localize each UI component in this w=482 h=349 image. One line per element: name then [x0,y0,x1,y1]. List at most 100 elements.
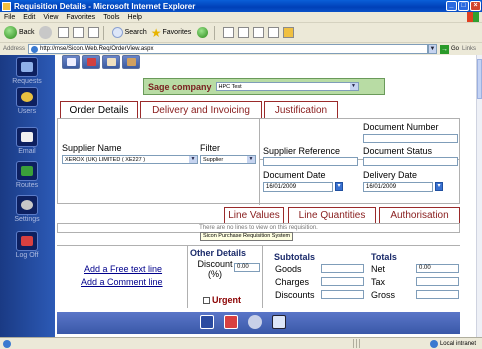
document-number-field[interactable] [363,134,458,143]
toolbar-separator [214,25,216,40]
gross-field [416,290,459,299]
discount-label: Discount (%) [197,259,233,279]
browser-toolbar: Back Search ★ Favorites [0,23,482,43]
tab-order-details[interactable]: Order Details [60,101,138,118]
vertical-scrollbar[interactable] [476,55,482,337]
status-separator [356,339,357,348]
calendar-icon[interactable]: ▾ [435,182,443,191]
status-separator [353,339,354,348]
settings-icon [16,195,38,215]
links-button[interactable]: Links [462,46,482,52]
document-date-field[interactable]: 16/01/2009 [263,182,333,192]
menu-tools[interactable]: Tools [99,14,123,21]
supplier-reference-field[interactable] [263,157,358,166]
minimize-button[interactable]: _ [446,1,457,11]
intranet-icon [429,339,438,348]
tooltip: Sicon Purchase Requisition System [200,232,294,241]
sidebar-item-requests[interactable]: Requests [6,57,48,85]
approvers-icon[interactable] [248,315,262,329]
gross-label: Gross [371,290,396,300]
chevron-down-icon: ▼ [247,156,255,163]
sidebar-item-email[interactable]: Email [6,127,48,155]
window-title: Requisition Details - Microsoft Internet… [14,1,196,11]
goods-label: Goods [275,264,302,274]
new-requisition-button[interactable] [62,55,80,69]
print-requisition-button[interactable] [102,55,120,69]
email-icon [16,127,38,147]
messenger-icon[interactable] [283,27,295,38]
menu-view[interactable]: View [39,14,62,21]
document-icon[interactable] [272,315,286,329]
address-label: Address [3,46,26,52]
archive-button[interactable] [122,55,140,69]
document-date-label: Document Date [263,170,326,180]
net-value: 0.00 [419,265,431,271]
delivery-date-field[interactable]: 16/01/2009 [363,182,433,192]
tab-line-values[interactable]: Line Values [224,207,284,223]
stop-icon[interactable] [57,27,69,38]
favorites-button[interactable]: ★ Favorites [151,26,192,40]
company-selector-panel: Sage company HPC Test ▼ [143,78,385,95]
tab-delivery-invoicing[interactable]: Delivery and Invoicing [140,101,262,118]
document-status-field [363,157,458,166]
document-date-value: 16/01/2009 [266,184,297,190]
maximize-button[interactable]: □ [458,1,469,11]
close-button[interactable]: × [470,1,481,11]
tax-field [416,277,459,286]
calendar-icon[interactable]: ▾ [335,182,343,191]
address-url: http://mse/Sicon.Web.Req/OrderView.aspx [40,46,154,52]
order-details-panel: Supplier Name XEROX (UK) LIMITED ( XE227… [57,118,460,205]
add-comment-line-link[interactable]: Add a Comment line [81,277,163,287]
sidebar-item-users[interactable]: Users [6,87,48,115]
favorites-label: Favorites [162,29,192,36]
document-number-label: Document Number [363,122,439,132]
delivery-date-label: Delivery Date [363,170,418,180]
sidebar-item-label: Routes [15,182,39,189]
go-label: Go [450,46,459,52]
go-button[interactable]: → Go [439,44,459,54]
print-icon[interactable] [253,27,265,38]
menu-favorites[interactable]: Favorites [62,14,99,21]
ie-app-icon [2,1,11,11]
sidebar-item-label: Requests [12,78,42,85]
menu-edit[interactable]: Edit [19,14,39,21]
charges-field [321,277,364,286]
company-select[interactable]: HPC Test ▼ [215,82,359,91]
history-icon[interactable] [223,27,235,38]
delete-icon[interactable] [224,315,238,329]
forward-button[interactable] [38,26,54,39]
refresh-icon[interactable] [72,27,84,38]
home-icon[interactable] [87,27,99,38]
mail-icon[interactable] [238,27,250,38]
tab-justification[interactable]: Justification [264,101,338,118]
address-dropdown-button[interactable]: ▼ [427,44,437,54]
sidebar-item-logoff[interactable]: Log Off [6,231,48,259]
sidebar-item-routes[interactable]: Routes [6,161,48,189]
sidebar-item-settings[interactable]: Settings [6,195,48,223]
sidebar-item-label: Log Off [15,252,39,259]
urgent-checkbox[interactable]: Urgent [203,295,241,305]
search-icon [111,27,123,38]
edit-page-icon[interactable] [268,27,280,38]
menu-file[interactable]: File [0,14,19,21]
empty-lines-message: There are no lines to view on this requi… [199,225,318,231]
supplier-select[interactable]: XEROX (UK) LIMITED ( XE227 ) ▼ [62,155,198,164]
media-icon[interactable] [197,27,209,38]
edit-requisition-button[interactable] [82,55,100,69]
discount-field[interactable]: 0.00 [234,263,260,272]
address-input[interactable]: http://mse/Sicon.Web.Req/OrderView.aspx [28,44,428,54]
menu-help[interactable]: Help [124,14,146,21]
scrollbar-thumb[interactable] [477,59,482,99]
add-free-text-line-link[interactable]: Add a Free text line [84,264,162,274]
back-button[interactable]: Back [4,26,35,39]
tab-authorisation[interactable]: Authorisation [379,207,460,223]
save-icon[interactable] [200,315,214,329]
tab-line-quantities[interactable]: Line Quantities [288,207,376,223]
search-button[interactable]: Search [111,27,147,38]
page-done-icon [3,339,11,348]
charges-label: Charges [275,277,310,287]
status-bar: Local intranet [0,337,482,349]
totals-title: Totals [371,252,397,262]
filter-select[interactable]: Supplier ▼ [200,155,256,164]
sidebar-item-label: Users [17,108,37,115]
